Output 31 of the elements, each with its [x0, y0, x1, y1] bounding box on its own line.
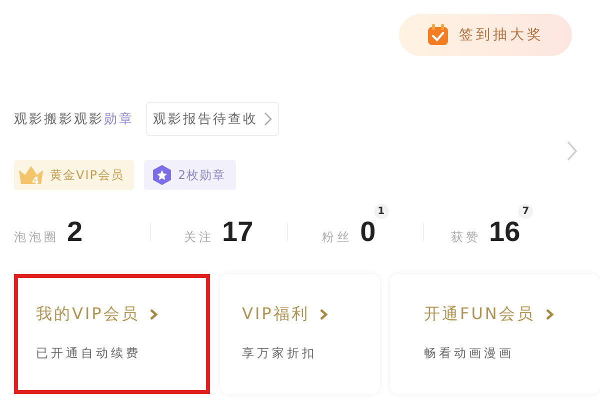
sign-in-button[interactable]: 签到抽大奖	[399, 14, 572, 56]
count-badge: 1	[374, 204, 389, 219]
vip-badge: 4 黄金VIP会员	[14, 160, 134, 190]
vip-card[interactable]: 我的VIP会员 已开通自动续费	[14, 274, 210, 394]
card-title: 我的VIP会员	[36, 304, 140, 325]
stat-value[interactable]: 0	[360, 216, 376, 248]
card-title: VIP福利	[242, 304, 310, 325]
stat-label: 关注	[184, 229, 214, 246]
stat-label: 泡泡圈	[14, 229, 59, 246]
level-number: 4	[32, 176, 39, 187]
medal-text: 观影搬影观影勋章	[14, 111, 134, 128]
card-subtitle: 畅看动画漫画	[424, 345, 515, 362]
card-subtitle: 已开通自动续费	[36, 345, 142, 362]
count-badge: 7	[518, 204, 534, 219]
stat-value[interactable]: 17	[222, 216, 254, 248]
stat-label: 获赞	[451, 229, 482, 246]
card-subtitle: 享万家折扣	[242, 345, 318, 362]
chevron-right-icon	[319, 308, 328, 321]
crown-icon	[18, 164, 44, 186]
chevron-right-icon[interactable]	[566, 140, 578, 162]
chevron-right-icon	[264, 112, 272, 126]
calendar-check-icon	[427, 24, 449, 46]
star-hexagon-icon	[152, 165, 172, 185]
stat-label: 粉丝	[322, 229, 352, 246]
card-title: 开通FUN会员	[424, 304, 535, 325]
stat-value[interactable]: 2	[67, 216, 83, 248]
stat-value[interactable]: 16	[489, 216, 520, 248]
medal-badge: 2枚勋章	[144, 160, 236, 190]
chevron-right-icon	[544, 308, 554, 321]
report-link[interactable]: 观影报告待查收	[146, 102, 279, 136]
chevron-right-icon	[149, 308, 158, 321]
